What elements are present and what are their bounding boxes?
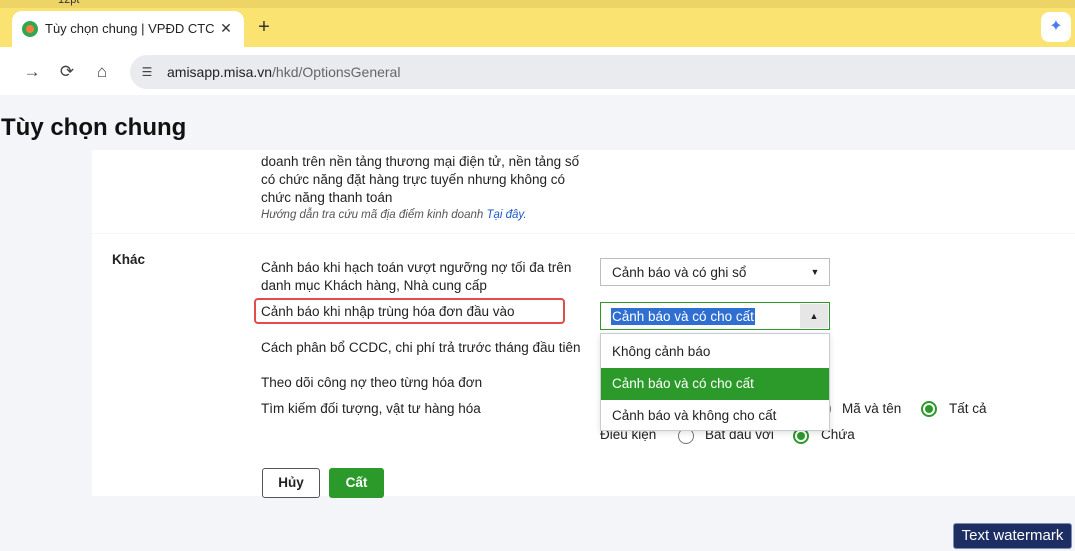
- debt-warning-value: Cảnh báo và có ghi sổ: [612, 265, 747, 280]
- chevron-down-icon: ▼: [810, 267, 820, 277]
- gemini-icon[interactable]: ✦: [1041, 12, 1071, 42]
- url-path: /hkd/OptionsGeneral: [272, 64, 401, 80]
- track-debt-label: Theo dõi công nợ theo từng hóa đơn: [261, 375, 483, 390]
- close-tab-icon[interactable]: ✕: [216, 18, 236, 38]
- site-settings-icon[interactable]: ☰: [138, 63, 156, 81]
- section-label: Khác: [112, 252, 146, 267]
- description-text: doanh trên nền tảng thương mại điện tử, …: [261, 154, 580, 205]
- duplicate-invoice-value: Cảnh báo và có cho cất: [611, 308, 755, 325]
- hint-text: Hướng dẫn tra cứu mã địa điểm kinh doanh…: [261, 209, 527, 221]
- dropdown-option[interactable]: Cảnh báo và không cho cất: [601, 400, 829, 432]
- misa-favicon-icon: [22, 21, 38, 37]
- dropdown-option[interactable]: Không cảnh báo: [601, 336, 829, 368]
- text-watermark-button[interactable]: Text watermark: [953, 523, 1072, 549]
- browser-tab[interactable]: Tùy chọn chung | VPĐD CTCP M ✕: [12, 11, 244, 47]
- page-title: Tùy chọn chung: [1, 114, 187, 141]
- debt-warning-select[interactable]: Cảnh báo và có ghi sổ ▼: [600, 258, 830, 286]
- debt-warning-label: Cảnh báo khi hạch toán vượt ngưỡng nợ tố…: [261, 260, 572, 293]
- duplicate-invoice-select[interactable]: Cảnh báo và có cho cất ▲: [600, 302, 830, 330]
- editor-toolbar-strip: 12pt: [0, 0, 1075, 8]
- radio-label-code-name: Mã và tên: [842, 401, 902, 416]
- tab-title: Tùy chọn chung | VPĐD CTCP M: [45, 21, 215, 36]
- ccdc-allocation-label: Cách phân bổ CCDC, chi phí trả trước thá…: [261, 340, 581, 355]
- url-text: amisapp.misa.vn/hkd/OptionsGeneral: [167, 64, 400, 80]
- reload-icon[interactable]: ⟳: [55, 60, 79, 84]
- hint-link[interactable]: Tại đây.: [486, 209, 526, 221]
- forward-icon[interactable]: →: [20, 60, 44, 84]
- new-tab-button[interactable]: +: [253, 16, 275, 38]
- duplicate-invoice-dropdown: Không cảnh báo Cảnh báo và có cho cất Cả…: [600, 333, 830, 431]
- url-field[interactable]: ☰ amisapp.misa.vn/hkd/OptionsGeneral: [130, 55, 1075, 89]
- radio-label-all: Tất cả: [949, 401, 987, 416]
- cancel-button[interactable]: Hủy: [262, 468, 320, 498]
- duplicate-invoice-label: Cảnh báo khi nhập trùng hóa đơn đầu vào: [261, 304, 515, 319]
- url-host: amisapp.misa.vn: [167, 64, 273, 80]
- radio-all[interactable]: [921, 401, 937, 417]
- home-icon[interactable]: ⌂: [90, 60, 114, 84]
- search-objects-label: Tìm kiếm đối tượng, vật tư hàng hóa: [261, 401, 481, 416]
- save-button[interactable]: Cất: [329, 468, 384, 498]
- dropdown-option-selected[interactable]: Cảnh báo và có cho cất: [601, 368, 829, 400]
- font-size-field[interactable]: 12pt: [58, 0, 79, 6]
- chevron-up-icon[interactable]: ▲: [800, 304, 828, 328]
- hint-label: Hướng dẫn tra cứu mã địa điểm kinh doanh: [261, 209, 487, 221]
